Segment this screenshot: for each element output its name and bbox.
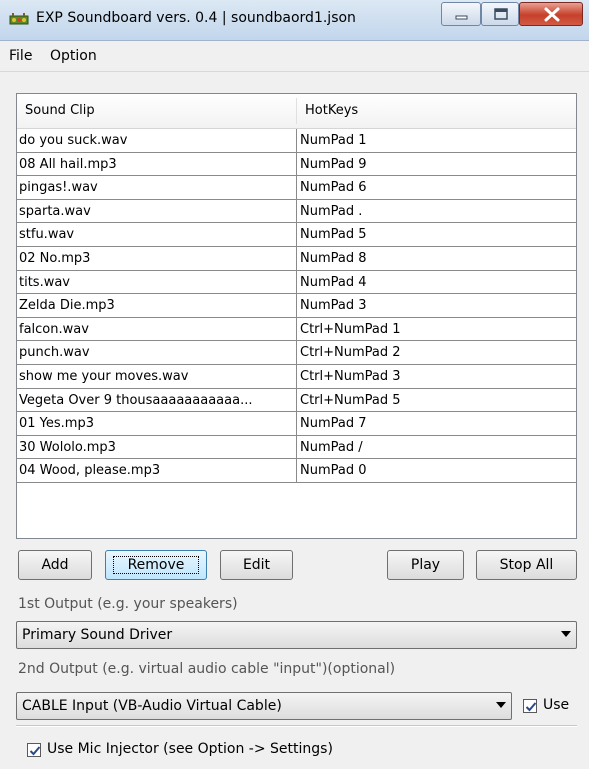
title-bar[interactable]: EXP Soundboard vers. 0.4 | soundbaord1.j…	[0, 0, 589, 41]
menu-bar: File Option	[0, 41, 589, 72]
cell-hotkey: NumPad 8	[296, 246, 574, 270]
edit-button[interactable]: Edit	[220, 550, 293, 580]
table-row[interactable]: falcon.wav Ctrl+NumPad 1	[17, 317, 576, 342]
cell-hotkey: NumPad 4	[296, 270, 574, 294]
minimize-button[interactable]	[441, 2, 481, 26]
sound-clip-table[interactable]: Sound Clip HotKeys do you suck.wav NumPad…	[16, 93, 577, 539]
cell-sound-clip: 01 Yes.mp3	[19, 416, 94, 432]
cell-hotkey: NumPad 5	[296, 223, 574, 247]
chevron-down-icon	[496, 702, 506, 708]
play-button[interactable]: Play	[387, 550, 464, 580]
checkmark-icon	[525, 702, 537, 712]
column-header-sound-clip[interactable]: Sound Clip	[17, 94, 296, 128]
chevron-down-icon	[561, 631, 571, 637]
checkmark-icon	[29, 746, 41, 756]
menu-option[interactable]: Option	[50, 48, 97, 64]
cell-sound-clip: sparta.wav	[19, 203, 91, 219]
cell-sound-clip: do you suck.wav	[19, 133, 128, 148]
table-row[interactable]: do you suck.wav NumPad 1	[17, 129, 576, 153]
table-row[interactable]: 01 Yes.mp3 NumPad 7	[17, 412, 576, 436]
stop-all-button[interactable]: Stop All	[476, 550, 577, 580]
cell-hotkey: NumPad .	[296, 199, 574, 223]
cell-sound-clip: falcon.wav	[19, 321, 89, 337]
table-row[interactable]: 30 Wololo.mp3 NumPad /	[17, 435, 576, 460]
cell-hotkey: NumPad 0	[296, 459, 574, 483]
first-output-label: 1st Output (e.g. your speakers)	[18, 596, 238, 612]
cell-hotkey: NumPad /	[296, 435, 574, 459]
first-output-value: Primary Sound Driver	[22, 627, 173, 643]
cell-sound-clip: stfu.wav	[19, 227, 75, 243]
table-rows: do you suck.wav NumPad 1 08 All hail.mp3 N…	[17, 129, 576, 483]
table-row[interactable]: punch.wav Ctrl+NumPad 2	[17, 341, 576, 365]
minimize-icon	[455, 15, 468, 20]
cell-hotkey: Ctrl+NumPad 3	[296, 364, 574, 388]
mic-injector-label: Use Mic Injector (see Option -> Settings…	[47, 741, 333, 757]
cell-sound-clip: Zelda Die.mp3	[19, 298, 115, 314]
table-row[interactable]: Zelda Die.mp3 NumPad 3	[17, 294, 576, 318]
table-row[interactable]: stfu.wav NumPad 5	[17, 223, 576, 247]
cell-sound-clip: 02 No.mp3	[19, 250, 91, 266]
second-output-label: 2nd Output (e.g. virtual audio cable "in…	[18, 661, 396, 677]
cell-hotkey: NumPad 1	[296, 129, 574, 152]
window-title: EXP Soundboard vers. 0.4 | soundbaord1.j…	[36, 10, 356, 26]
table-row[interactable]: 08 All hail.mp3 NumPad 9	[17, 152, 576, 177]
table-row[interactable]: 02 No.mp3 NumPad 8	[17, 246, 576, 271]
cell-hotkey: NumPad 7	[296, 412, 574, 436]
cell-hotkey: Ctrl+NumPad 5	[296, 388, 574, 412]
table-row[interactable]: show me your moves.wav Ctrl+NumPad 3	[17, 364, 576, 389]
table-row[interactable]: tits.wav NumPad 4	[17, 270, 576, 295]
second-output-select[interactable]: CABLE Input (VB-Audio Virtual Cable)	[16, 692, 512, 720]
mic-injector-checkbox[interactable]	[27, 743, 41, 757]
cell-hotkey: Ctrl+NumPad 2	[296, 341, 574, 365]
cell-hotkey: NumPad 3	[296, 294, 574, 318]
cell-sound-clip: show me your moves.wav	[19, 368, 189, 384]
cell-sound-clip: 30 Wololo.mp3	[19, 439, 116, 455]
cell-sound-clip: 04 Wood, please.mp3	[19, 463, 161, 479]
table-row[interactable]: pingas!.wav NumPad 6	[17, 176, 576, 200]
close-icon	[544, 7, 560, 22]
column-header-hotkeys[interactable]: HotKeys	[297, 94, 576, 128]
table-row[interactable]: Vegeta Over 9 thousaaaaaaaaaaa... Ctrl+Nu…	[17, 388, 576, 413]
divider	[16, 725, 577, 727]
table-row[interactable]: sparta.wav NumPad .	[17, 199, 576, 224]
cell-sound-clip: punch.wav	[19, 345, 90, 361]
cell-sound-clip: 08 All hail.mp3	[19, 156, 117, 172]
use-second-output-label: Use	[543, 697, 570, 713]
maximize-icon	[494, 8, 508, 20]
cell-hotkey: NumPad 6	[296, 176, 574, 200]
close-button[interactable]	[519, 2, 583, 26]
use-second-output-checkbox[interactable]	[523, 699, 537, 713]
table-row[interactable]: 04 Wood, please.mp3 NumPad 0	[17, 459, 576, 483]
first-output-select[interactable]: Primary Sound Driver	[16, 621, 577, 649]
remove-button-label: Remove	[112, 556, 200, 574]
cell-sound-clip: tits.wav	[19, 274, 71, 290]
add-button[interactable]: Add	[18, 550, 92, 580]
cell-hotkey: Ctrl+NumPad 1	[296, 317, 574, 341]
menu-file[interactable]: File	[9, 48, 32, 64]
second-output-value: CABLE Input (VB-Audio Virtual Cable)	[22, 698, 282, 714]
cell-sound-clip: pingas!.wav	[19, 180, 98, 196]
table-header: Sound Clip HotKeys	[17, 94, 576, 129]
soundboard-app-icon	[9, 12, 29, 26]
remove-button[interactable]: Remove	[105, 550, 207, 580]
maximize-button[interactable]	[481, 2, 519, 26]
cell-hotkey: NumPad 9	[296, 152, 574, 176]
cell-sound-clip: Vegeta Over 9 thousaaaaaaaaaaa...	[19, 392, 253, 408]
